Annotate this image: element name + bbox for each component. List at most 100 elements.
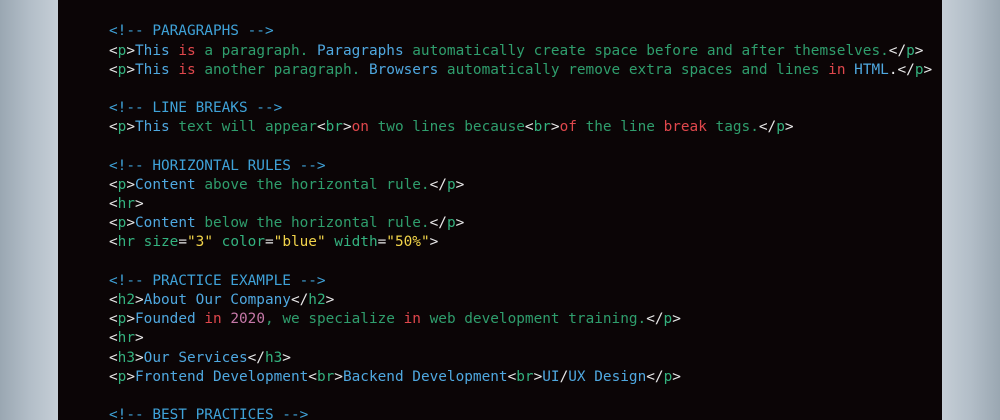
code-editor[interactable]: <!-- PARAGRAPHS --> <p>This is a paragrap… bbox=[58, 0, 942, 420]
code-token: the line bbox=[576, 119, 664, 136]
code-token: HTML bbox=[854, 61, 889, 78]
code-token: below the horizontal rule. bbox=[195, 215, 430, 232]
code-token: <!-- BEST PRACTICES --> bbox=[109, 407, 309, 420]
code-token: > bbox=[282, 349, 291, 366]
code-token: < bbox=[109, 349, 118, 366]
code-token: h2 bbox=[308, 292, 326, 308]
code-token: "3" bbox=[187, 234, 213, 251]
code-token: br bbox=[533, 119, 551, 136]
code-token: web development training. bbox=[420, 311, 647, 328]
code-token: automatically create space before and af… bbox=[403, 42, 889, 59]
code-token: hr bbox=[117, 330, 135, 347]
code-token: </ bbox=[429, 215, 447, 232]
code-token: < bbox=[308, 368, 317, 385]
code-token: 2020 bbox=[230, 311, 265, 328]
code-token: > bbox=[429, 234, 439, 251]
code-token: = bbox=[377, 234, 387, 251]
code-token: </ bbox=[646, 368, 664, 385]
code-line: <p>Content above the horizontal rule.</p… bbox=[109, 176, 932, 195]
code-token: hr bbox=[117, 234, 135, 251]
code-token: > bbox=[135, 330, 144, 347]
code-line: <p>Founded in 2020, we specialize in web… bbox=[109, 310, 932, 329]
code-token: About Our Company bbox=[143, 292, 291, 308]
code-token: > bbox=[126, 42, 136, 59]
code-line: <!-- LINE BREAKS --> bbox=[109, 99, 932, 118]
code-token: of bbox=[559, 119, 577, 136]
code-token: br bbox=[516, 368, 534, 385]
code-token: < bbox=[109, 292, 118, 308]
code-token: < bbox=[109, 215, 118, 232]
code-token: br bbox=[325, 119, 343, 136]
code-token: > bbox=[126, 176, 136, 193]
code-token: This bbox=[135, 61, 179, 78]
code-token: > bbox=[672, 368, 681, 385]
code-token: , we specialize bbox=[265, 311, 404, 328]
code-token: br bbox=[316, 368, 335, 385]
code-token: > bbox=[334, 368, 343, 385]
code-token: UI bbox=[542, 368, 560, 385]
code-token: on bbox=[351, 119, 369, 136]
code-token: > bbox=[923, 61, 933, 78]
code-token: > bbox=[126, 61, 136, 78]
code-line: <hr> bbox=[109, 195, 932, 214]
code-token: <!-- HORIZONTAL RULES --> bbox=[109, 157, 326, 174]
code-token: p bbox=[663, 311, 673, 328]
code-token: h2 bbox=[117, 292, 135, 308]
code-line: <p>Frontend Development<br>Backend Devel… bbox=[109, 368, 932, 387]
code-token: < bbox=[109, 42, 118, 59]
code-token: </ bbox=[429, 176, 447, 193]
code-token: < bbox=[507, 368, 517, 385]
code-token: This bbox=[135, 119, 170, 136]
code-token: < bbox=[316, 119, 326, 136]
code-token: <!-- PRACTICE EXAMPLE --> bbox=[109, 272, 326, 289]
code-token: < bbox=[109, 234, 118, 251]
code-token: another paragraph. bbox=[195, 61, 369, 78]
code-token: > bbox=[784, 119, 794, 136]
code-line: <p>This is a paragraph. Paragraphs autom… bbox=[109, 42, 932, 61]
code-token: < bbox=[109, 196, 118, 213]
code-token: < bbox=[109, 330, 118, 347]
code-block: <!-- PARAGRAPHS --> <p>This is a paragrap… bbox=[109, 0, 932, 420]
code-token: h3 bbox=[264, 349, 283, 366]
code-token: > bbox=[342, 119, 352, 136]
code-token: = bbox=[178, 234, 187, 251]
code-token: above the horizontal rule. bbox=[195, 176, 430, 193]
code-token: width bbox=[325, 234, 378, 251]
code-token: </ bbox=[646, 311, 664, 328]
code-token: / bbox=[559, 368, 569, 385]
code-token: > bbox=[135, 292, 144, 308]
code-token: Content bbox=[135, 215, 196, 232]
code-token: This bbox=[135, 42, 179, 59]
code-line: <!-- PARAGRAPHS --> bbox=[109, 22, 932, 41]
code-token: </ bbox=[888, 42, 907, 59]
code-line: <p>Content below the horizontal rule.</p… bbox=[109, 214, 932, 233]
code-line: <hr> bbox=[109, 329, 932, 348]
code-token: "blue" bbox=[273, 234, 326, 251]
code-token: > bbox=[126, 311, 136, 328]
code-token: < bbox=[109, 61, 118, 78]
code-token: Content bbox=[135, 176, 196, 193]
code-line: <!-- HORIZONTAL RULES --> bbox=[109, 157, 932, 176]
code-token: < bbox=[109, 119, 118, 136]
code-token: UX Design bbox=[568, 368, 647, 385]
code-token: is bbox=[178, 42, 196, 59]
code-token: <!-- PARAGRAPHS --> bbox=[109, 23, 274, 40]
code-token: is bbox=[178, 61, 196, 78]
code-token: > bbox=[533, 368, 543, 385]
code-token: Browsers bbox=[368, 61, 439, 78]
code-token: > bbox=[455, 215, 465, 232]
code-token: </ bbox=[897, 61, 915, 78]
code-token: two lines because bbox=[368, 119, 525, 136]
code-token: color bbox=[213, 234, 265, 251]
code-token: > bbox=[126, 368, 136, 385]
code-token: tags. bbox=[706, 119, 759, 136]
code-line: <p>This is another paragraph. Browsers a… bbox=[109, 61, 932, 80]
code-line: <!-- BEST PRACTICES --> bbox=[109, 406, 932, 420]
code-token: = bbox=[264, 234, 274, 251]
code-token: in bbox=[403, 311, 421, 328]
code-token: text will appear bbox=[169, 119, 317, 136]
code-token: h3 bbox=[117, 349, 135, 366]
